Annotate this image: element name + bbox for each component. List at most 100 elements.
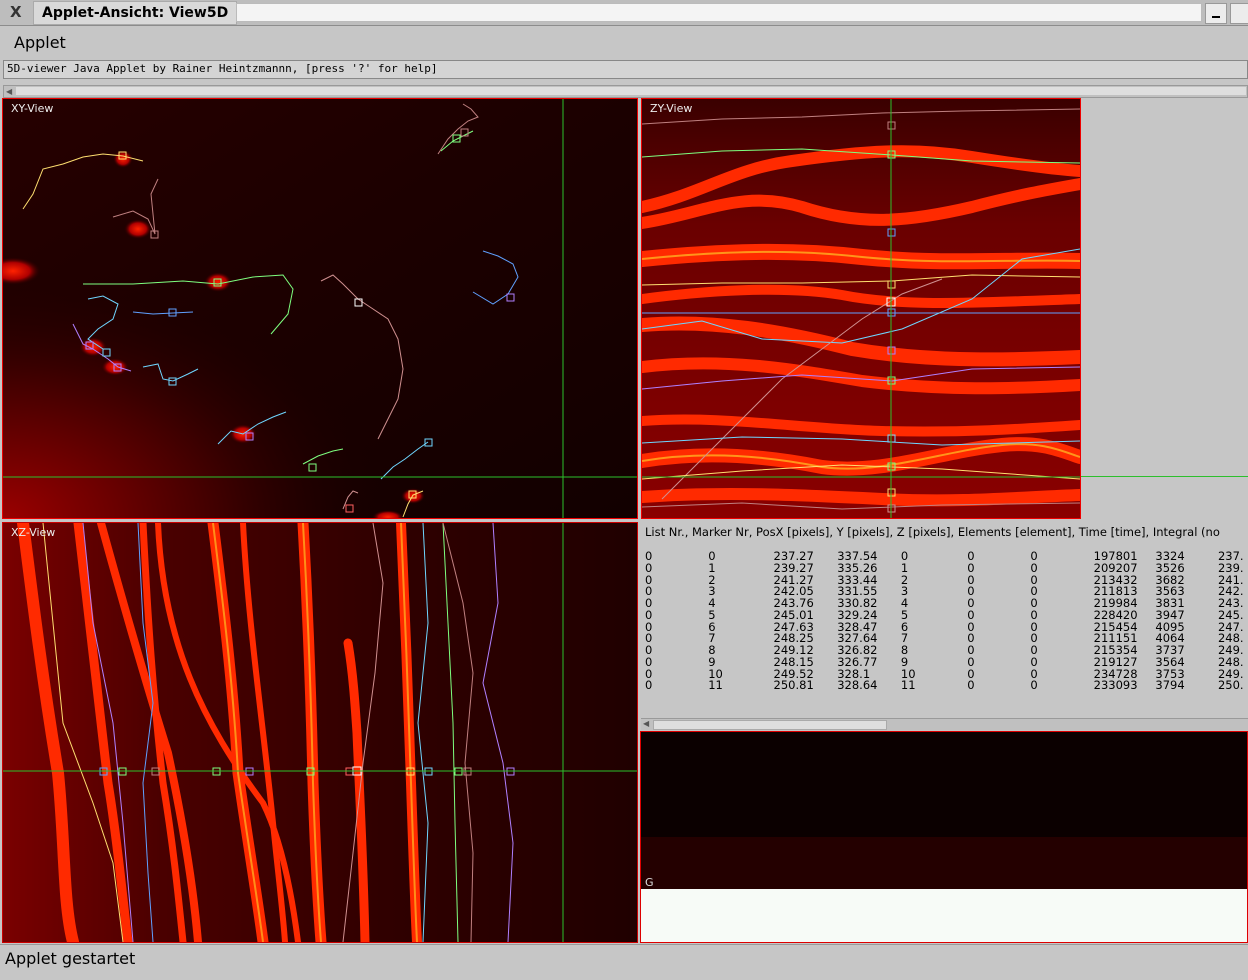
minimize-button[interactable] (1205, 3, 1227, 24)
xz-view-image[interactable] (3, 523, 637, 942)
table-cell: 0 (645, 596, 653, 610)
menu-applet[interactable]: Applet (14, 33, 66, 52)
table-cell: 250.81 (773, 678, 814, 693)
table-cell: 2 (708, 572, 716, 587)
table-cell: 233093 (1093, 678, 1138, 693)
table-cell: 0 (645, 654, 653, 669)
table-cell: 11 (708, 678, 723, 693)
table-cell: 0 (1030, 631, 1038, 646)
table-cell: 0 (645, 549, 653, 563)
xy-view-image[interactable] (3, 99, 637, 518)
xy-view-label: XY-View (11, 102, 54, 115)
table-cell: 0 (1030, 572, 1038, 587)
table-cell: 0 (645, 560, 653, 575)
maximize-button[interactable] (1230, 3, 1248, 24)
table-cell: 6 (708, 619, 716, 634)
zy-view-panel[interactable]: ZY-View (641, 98, 1081, 519)
marker-table: 0 0 237.27 337.54 0 0 0 197801 3324 237. 0 1 239.27 3… (645, 549, 1248, 693)
zy-band (642, 487, 1080, 507)
table-cell: 7 (900, 631, 909, 646)
table-cell: 0 (1030, 678, 1038, 693)
table-cell: 0 (708, 549, 716, 563)
table-cell: 0 (645, 643, 653, 657)
table-cell: 3 (708, 584, 716, 599)
table-cell: 0 (1030, 560, 1038, 575)
table-cell: 1 (900, 560, 909, 575)
crosshair-extension (1081, 476, 1248, 477)
table-cell: 3 (900, 584, 909, 599)
marker-list-scrollbar[interactable]: ◀ (641, 718, 1248, 730)
table-cell: 0 (967, 678, 975, 693)
table-cell: 0 (1030, 584, 1038, 599)
table-cell: 4 (708, 596, 716, 610)
marker-list-panel[interactable]: List Nr., Marker Nr, PosX [pixels], Y [p… (641, 522, 1248, 717)
zy-view-label: ZY-View (650, 102, 693, 115)
status-text: Applet gestartet (5, 949, 136, 968)
xy-view-panel[interactable]: XY-View (2, 98, 638, 519)
plot-band-red (641, 837, 1247, 889)
table-cell: 8 (900, 643, 909, 657)
marker-list-scrollbar-thumb[interactable] (653, 720, 887, 730)
window-title: Applet-Ansicht: View5D (33, 1, 238, 25)
title-bar-fill (236, 3, 1202, 22)
xz-view-panel[interactable]: XZ-View (2, 522, 638, 943)
table-cell: 0 (900, 549, 909, 563)
table-cell: 0 (645, 678, 653, 693)
scroll-left-icon[interactable]: ◀ (643, 719, 649, 728)
status-bar: Applet gestartet (0, 944, 1248, 980)
window-close-icon[interactable]: X (10, 3, 22, 21)
table-cell: 0 (1030, 643, 1038, 657)
info-scrollbar[interactable]: ◀ (3, 85, 1248, 98)
menu-bar: Applet (0, 26, 1248, 58)
table-cell: 0 (967, 631, 975, 646)
table-cell: 0 (967, 560, 975, 575)
table-cell: 0 (645, 572, 653, 587)
table-cell: 0 (967, 584, 975, 599)
table-cell: 0 (1030, 596, 1038, 610)
info-text: 5D-viewer Java Applet by Rainer Heintzma… (7, 62, 438, 75)
table-cell: 0 (967, 619, 975, 634)
table-cell: 11 (900, 678, 916, 693)
table-cell: 7 (708, 631, 716, 646)
table-cell: 328.64 (837, 678, 878, 693)
table-cell: 0 (645, 666, 653, 681)
plot-band-dark (641, 732, 1247, 837)
table-cell: 0 (967, 666, 975, 681)
window-title-bar[interactable]: X Applet-Ansicht: View5D (0, 0, 1248, 26)
table-cell: 0 (645, 584, 653, 599)
table-cell: 0 (1030, 619, 1038, 634)
cell-blob (124, 219, 152, 239)
info-text-field[interactable]: 5D-viewer Java Applet by Rainer Heintzma… (3, 60, 1248, 79)
zy-view-image[interactable] (642, 99, 1080, 518)
info-scrollbar-thumb[interactable] (16, 87, 1246, 95)
table-cell: 0 (1030, 607, 1038, 622)
table-cell: 1 (708, 560, 716, 575)
table-cell: 0 (645, 607, 653, 622)
plot-panel[interactable]: G (640, 731, 1248, 943)
table-row[interactable]: 0 11 250.81 328.64 11 0 0 233093 3794 250. (645, 678, 1248, 693)
xz-view-label: XZ-View (11, 526, 56, 539)
plot-channel-label: G (645, 876, 654, 889)
table-cell: 0 (967, 643, 975, 657)
table-cell: 0 (967, 654, 975, 669)
table-cell: 0 (1030, 666, 1038, 681)
table-cell: 6 (900, 619, 909, 634)
table-cell: 5 (900, 607, 909, 622)
table-cell: 250. (1217, 678, 1244, 693)
cell-blob (101, 358, 129, 376)
marker-list-header: List Nr., Marker Nr, PosX [pixels], Y [p… (645, 525, 1220, 539)
table-cell: 0 (1030, 549, 1038, 563)
table-cell: 0 (967, 607, 975, 622)
table-cell: 3794 (1155, 678, 1185, 693)
table-cell: 0 (645, 631, 653, 646)
table-cell: 0 (1030, 654, 1038, 669)
table-cell: 0 (967, 596, 975, 610)
table-cell: 2 (900, 572, 909, 587)
table-cell: 0 (967, 549, 975, 563)
table-cell: 5 (708, 607, 716, 622)
table-cell: 0 (967, 572, 975, 587)
table-cell: 0 (645, 619, 653, 634)
table-cell: 4 (900, 596, 909, 610)
scroll-left-icon[interactable]: ◀ (6, 87, 12, 96)
table-cell: 8 (708, 643, 716, 657)
